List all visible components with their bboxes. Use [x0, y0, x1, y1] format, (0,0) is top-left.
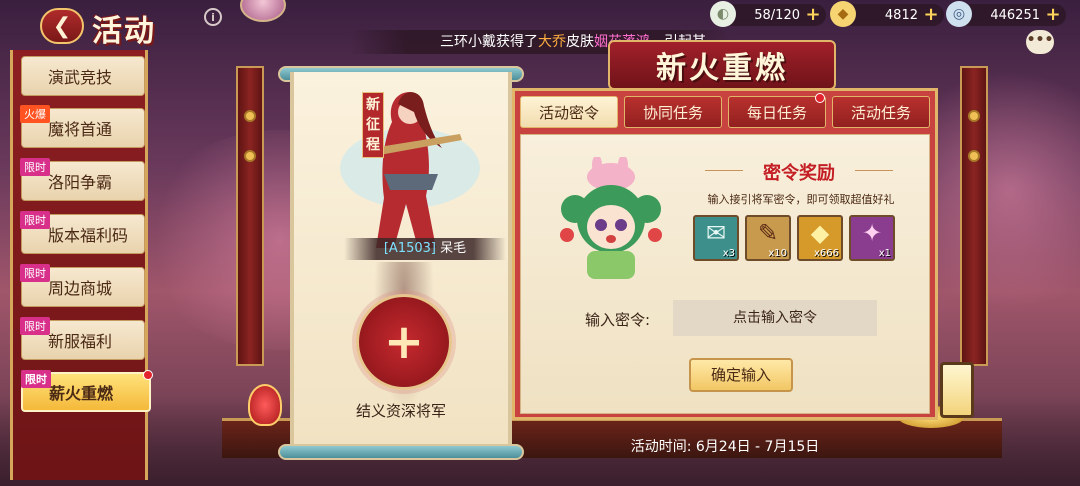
scroll-card-icon: ✉ [705, 219, 727, 247]
gold-ingot-resource: ◆ 4812 + [830, 1, 944, 27]
reward-title: 密令奖励 [699, 159, 899, 185]
coin-value: 446251 [990, 7, 1040, 23]
rekindle-panel: 活动密令 协同任务 每日任务 活动任务 密令奖励 输入接引将军密令，即可领取超值… [512, 88, 938, 420]
menu-item-label: 新服福利 [48, 332, 113, 351]
limited-tag: 限时 [20, 317, 50, 335]
hero-name-plate: [A1503] 呆毛 [344, 238, 506, 260]
plus-icon: + [383, 314, 425, 370]
secret-code-label: 输入密令: [585, 311, 651, 329]
menu-item-new-server[interactable]: 限时 新服福利 [20, 317, 145, 360]
event-badge-icon: ✦ [861, 219, 883, 247]
menu-item-label: 薪火重燃 [49, 384, 114, 403]
event-time: 活动时间: 6月24日 - 7月15日 [512, 436, 938, 458]
back-button[interactable]: ❮ [40, 8, 84, 44]
reward-qty: x1 [878, 248, 891, 259]
menu-item-rekindle[interactable]: 限时 薪火重燃 [21, 370, 153, 412]
reward-item-event-badge[interactable]: ✦ x1 [849, 215, 895, 261]
coin-plus-button[interactable]: + [1044, 6, 1062, 24]
marquee-prefix: 三环小戴获得了 [440, 34, 538, 50]
coin-resource: ◎ 446251 + [946, 1, 1066, 27]
stamina-resource: ◐ 58/120 + [710, 1, 826, 27]
tab-cooperative-tasks[interactable]: 协同任务 [624, 96, 722, 128]
lantern-icon [940, 362, 974, 418]
recruit-add-button[interactable]: + [356, 294, 452, 390]
menu-item-version-code[interactable]: 限时 版本福利码 [20, 211, 145, 254]
coin-ornament-icon [968, 150, 980, 162]
marquee-hero: 大乔 [538, 34, 566, 50]
hot-tag: 火爆 [20, 105, 50, 123]
reward-description: 输入接引将军密令，即可领取超值好礼 [707, 193, 895, 206]
coin-icon: ◎ [946, 1, 972, 27]
secret-code-input[interactable]: 点击输入密令 [673, 300, 877, 336]
page-title: 活动 [92, 14, 156, 49]
menu-item-label: 魔将首通 [48, 120, 113, 139]
stamina-value: 58/120 [754, 7, 800, 23]
stamina-icon: ◐ [710, 1, 736, 27]
gold-ingot-icon: ◆ [830, 1, 856, 27]
hero-code: [A1503] [383, 241, 436, 256]
secret-code-content: 密令奖励 输入接引将军密令，即可领取超值好礼 ✉ x3 ✎ x10 ◆ x666… [520, 134, 930, 414]
lucky-bag-icon [248, 384, 282, 426]
notification-dot [815, 93, 825, 103]
menu-item-label: 洛阳争霸 [48, 173, 113, 192]
scroll-rod-bottom [278, 444, 524, 460]
notification-dot [143, 370, 153, 380]
tab-secret-code[interactable]: 活动密令 [520, 96, 618, 128]
hero-scroll: 新征程 [A1503] 呆毛 + 结义资深将军 [290, 72, 512, 450]
gold-ingot-plus-button[interactable]: + [922, 6, 940, 24]
panel-title-plate: 新火重燃 [608, 40, 836, 90]
gold-ingot-icon: ◆ [810, 219, 830, 247]
hero-badge: 新征程 [362, 92, 384, 158]
menu-item-label: 演武竞技 [48, 68, 113, 87]
limited-tag: 限时 [20, 211, 50, 229]
menu-item-merch-shop[interactable]: 限时 周边商城 [20, 264, 145, 307]
panel-title: 新火重燃 [656, 51, 788, 86]
coin-ornament-icon [244, 110, 256, 122]
event-time-label: 活动时间: [630, 439, 692, 455]
tab-daily-tasks[interactable]: 每日任务 [728, 96, 826, 128]
activity-menu: 演武竞技 火爆 魔将首通 限时 洛阳争霸 限时 版本福利码 限时 周边商城 限时… [10, 50, 153, 480]
stamina-plus-button[interactable]: + [804, 6, 822, 24]
event-time-range: 6月24日 - 7月15日 [695, 439, 820, 455]
hero-portrait[interactable]: 新征程 [A1503] 呆毛 [314, 78, 506, 260]
confirm-button[interactable]: 确定输入 [689, 358, 793, 392]
menu-item-arena[interactable]: 演武竞技 [21, 56, 145, 96]
back-arrow-icon: ❮ [52, 13, 72, 39]
reward-item-scroll-card[interactable]: ✉ x3 [693, 215, 739, 261]
menu-item-label: 周边商城 [48, 279, 113, 298]
mascot-art [557, 155, 663, 279]
reward-qty: x666 [813, 248, 839, 259]
hero-name: 呆毛 [440, 241, 467, 256]
reward-qty: x10 [768, 248, 787, 259]
limited-tag: 限时 [20, 264, 50, 282]
coin-ornament-icon [968, 110, 980, 122]
summon-scroll-icon: ✎ [757, 219, 779, 247]
reward-item-gold-ingot[interactable]: ◆ x666 [797, 215, 843, 261]
tab-event-tasks[interactable]: 活动任务 [832, 96, 930, 128]
reward-item-summon-scroll[interactable]: ✎ x10 [745, 215, 791, 261]
chat-icon[interactable]: ••• [1026, 30, 1054, 54]
coin-ornament-icon [244, 150, 256, 162]
menu-item-label: 版本福利码 [48, 226, 129, 245]
hero-art-icon [340, 92, 480, 248]
marquee-middle: 皮肤 [566, 34, 594, 50]
menu-item-luoyang[interactable]: 限时 洛阳争霸 [20, 158, 145, 201]
mascot-girl-icon [560, 155, 662, 279]
gold-ingot-value: 4812 [884, 7, 918, 23]
recruit-label: 结义资深将军 [355, 402, 446, 420]
avatar[interactable] [240, 0, 286, 22]
limited-tag: 限时 [20, 158, 50, 176]
limited-tag: 限时 [21, 370, 51, 388]
reward-qty: x3 [722, 248, 735, 259]
info-icon[interactable]: i [204, 8, 222, 26]
menu-item-demon-first-clear[interactable]: 火爆 魔将首通 [20, 105, 145, 148]
